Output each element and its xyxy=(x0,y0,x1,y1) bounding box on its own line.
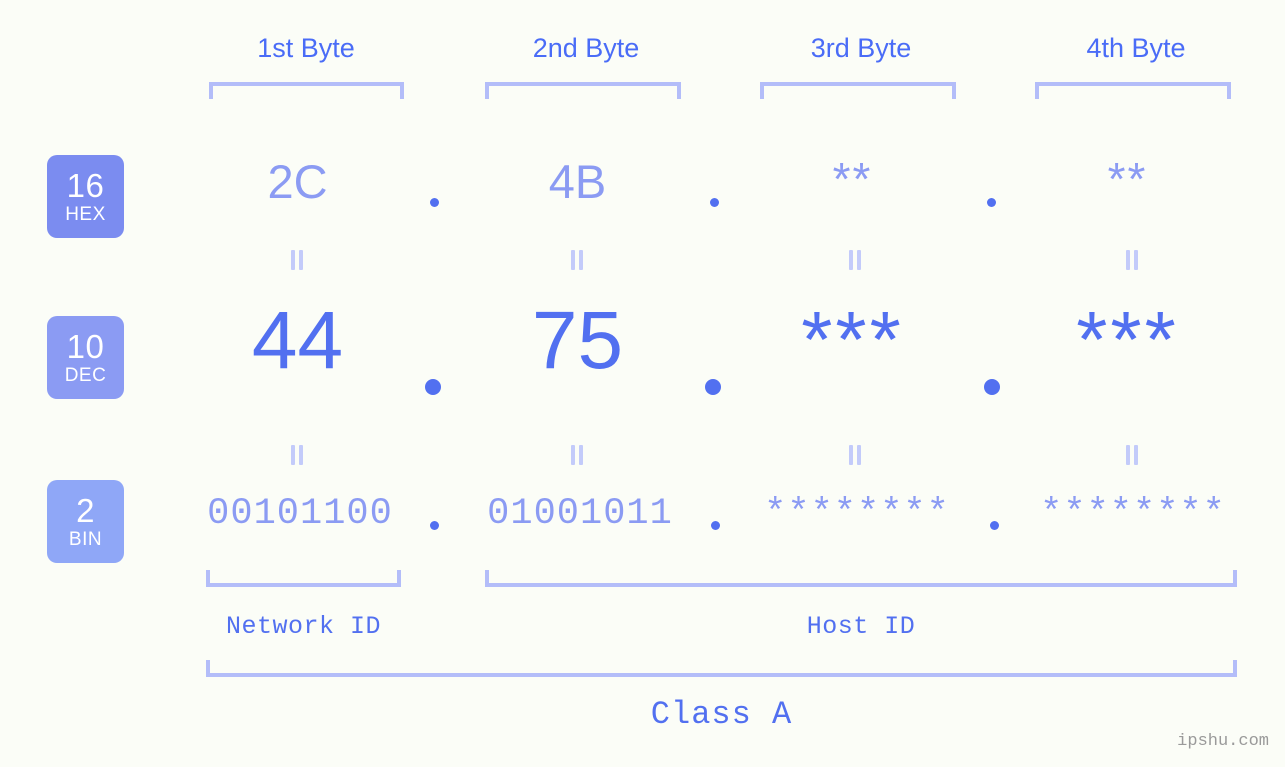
byte-bracket-top-3 xyxy=(760,82,956,99)
bin-separator-dot-1 xyxy=(430,521,439,530)
dec-separator-dot-3 xyxy=(984,379,1000,395)
byte-header-2: 2nd Byte xyxy=(532,33,640,63)
bin-value-byte-3: ******** xyxy=(764,493,950,535)
byte-header-4: 4th Byte xyxy=(1086,33,1186,63)
byte-bracket-top-1 xyxy=(209,82,404,99)
dec-value-byte-4: *** xyxy=(1076,295,1179,384)
equals-connector-hex-dec-4 xyxy=(1126,250,1140,270)
radix-badge-bin: 2 BIN xyxy=(47,480,124,563)
dec-value-byte-2: 75 xyxy=(531,295,624,386)
watermark: ipshu.com xyxy=(1177,732,1269,751)
radix-badge-bin-number: 2 xyxy=(76,492,95,529)
dec-value-byte-1: 44 xyxy=(251,295,344,386)
byte-bracket-top-4 xyxy=(1035,82,1231,99)
ip-address-breakdown-diagram: 1st Byte 2nd Byte 3rd Byte 4th Byte 16 H… xyxy=(0,0,1285,767)
hex-separator-dot-3 xyxy=(987,198,996,207)
bin-separator-dot-2 xyxy=(711,521,720,530)
network-id-label: Network ID xyxy=(225,612,382,641)
bin-value-byte-4: ******** xyxy=(1040,493,1226,535)
byte-header-1: 1st Byte xyxy=(257,33,355,63)
byte-bracket-top-2 xyxy=(485,82,681,99)
host-id-label: Host ID xyxy=(806,612,916,641)
dec-separator-dot-1 xyxy=(425,379,441,395)
bin-value-byte-2: 01001011 xyxy=(487,493,673,535)
hex-value-byte-2: 4B xyxy=(548,155,607,208)
equals-connector-dec-bin-1 xyxy=(291,445,305,465)
bin-separator-dot-3 xyxy=(990,521,999,530)
equals-connector-hex-dec-1 xyxy=(291,250,305,270)
dec-value-byte-3: *** xyxy=(801,295,904,384)
dec-separator-dot-2 xyxy=(705,379,721,395)
class-bracket xyxy=(206,660,1237,677)
radix-badge-hex: 16 HEX xyxy=(47,155,124,238)
hex-value-byte-1: 2C xyxy=(267,155,328,208)
hex-separator-dot-1 xyxy=(430,198,439,207)
radix-badge-hex-number: 16 xyxy=(66,167,105,204)
equals-connector-dec-bin-4 xyxy=(1126,445,1140,465)
hex-separator-dot-2 xyxy=(710,198,719,207)
class-label: Class A xyxy=(650,696,793,733)
hex-value-byte-4: ** xyxy=(1107,153,1148,205)
radix-badge-bin-system: BIN xyxy=(68,529,103,550)
equals-connector-dec-bin-3 xyxy=(849,445,863,465)
byte-header-3: 3rd Byte xyxy=(810,33,912,63)
hex-value-byte-3: ** xyxy=(832,153,873,205)
radix-badge-hex-system: HEX xyxy=(65,204,106,225)
equals-connector-hex-dec-2 xyxy=(571,250,585,270)
host-id-bracket xyxy=(485,570,1237,587)
radix-badge-dec: 10 DEC xyxy=(47,316,124,399)
network-id-bracket xyxy=(206,570,401,587)
bin-value-byte-1: 00101100 xyxy=(207,493,393,535)
equals-connector-dec-bin-2 xyxy=(571,445,585,465)
equals-connector-hex-dec-3 xyxy=(849,250,863,270)
radix-badge-dec-system: DEC xyxy=(64,365,107,386)
radix-badge-dec-number: 10 xyxy=(66,328,105,365)
